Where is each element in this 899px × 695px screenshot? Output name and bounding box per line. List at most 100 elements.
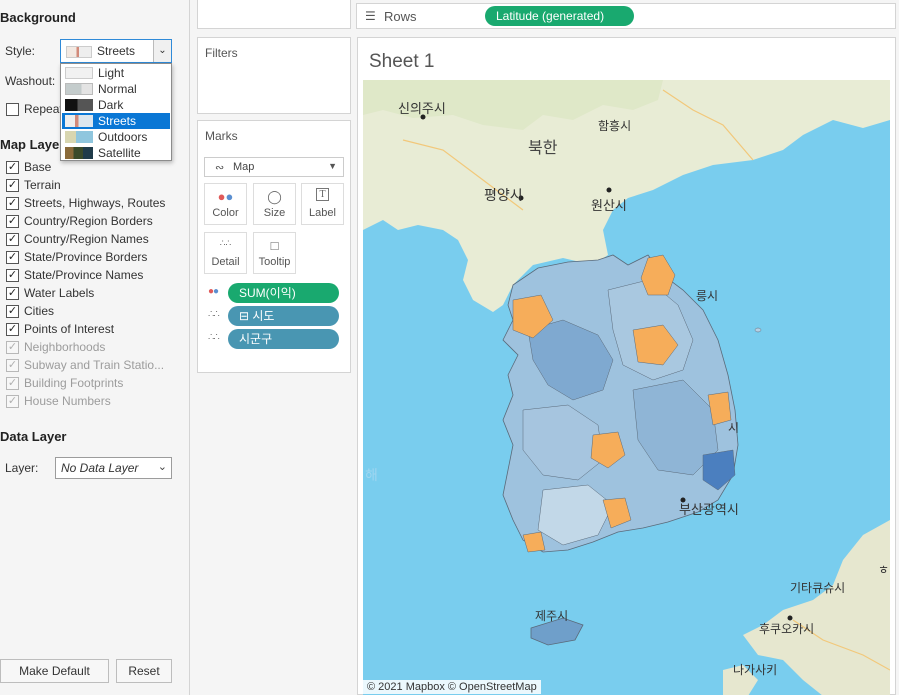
marks-title: Marks [205,129,238,143]
map-layer-checkbox[interactable]: ✓ [6,161,19,174]
style-option-light[interactable]: Light [62,65,170,81]
map-layer-label: Water Labels [24,286,95,300]
size-icon: ◯ [267,189,282,204]
style-option-normal[interactable]: Normal [62,81,170,97]
map-layer-label: Neighborhoods [24,340,106,354]
map-layer-checkbox: ✓ [6,395,19,408]
detail-button[interactable]: ∴∴ Detail [204,232,247,274]
map-layer-checkbox: ✓ [6,341,19,354]
chevron-down-icon[interactable]: ⌄ [153,40,171,62]
map-layer-checkbox[interactable]: ✓ [6,179,19,192]
city-dot [680,497,686,503]
make-default-button[interactable]: Make Default [0,659,109,683]
label-label: Label [309,207,336,219]
mark-type-value: Map [233,161,255,173]
color-label: Color [212,207,239,219]
outdoors-swatch-icon [65,131,93,143]
background-title: Background [0,10,76,25]
style-option-streets[interactable]: Streets [62,113,170,129]
map-layer-label: Cities [24,304,55,318]
map-layer-label: Streets, Highways, Routes [24,196,166,210]
label-icon: T [302,188,343,201]
style-dropdown[interactable]: Streets ⌄ [60,39,172,63]
map-icon: ∾ [215,162,225,174]
label-button[interactable]: T Label [301,183,344,225]
map-layer-label: Points of Interest [24,322,115,336]
tooltip-icon: □ [270,238,279,253]
style-option-label: Dark [98,98,124,112]
rows-label: Rows [384,9,417,24]
map-layer-checkbox[interactable]: ✓ [6,323,19,336]
latitude-pill[interactable]: Latitude (generated) [485,6,634,26]
style-options-list: Light Normal Dark Streets Outdoors Satel… [60,63,172,161]
pages-shelf [197,0,351,29]
streets-swatch-icon [65,115,93,127]
city-dot [787,615,793,621]
map-layer-label: Country/Region Borders [24,214,153,228]
rows-icon: ☰ [365,9,376,23]
style-option-label: Outdoors [98,130,148,144]
data-layer-title: Data Layer [0,429,67,444]
style-option-label: Normal [98,82,137,96]
color-icon: ●● [217,189,234,204]
sum-profit-pill[interactable]: SUM(이익) [228,283,339,303]
layer-label: Layer: [5,461,39,475]
chevron-down-icon[interactable]: ▼ [328,161,337,171]
detail-icon: ∴∴ [208,309,220,320]
label-japan-partial: ㅎ [878,563,889,577]
map-layer-label: Subway and Train Statio... [24,358,165,372]
repeat-checkbox[interactable] [6,103,19,116]
chevron-down-icon[interactable]: ⌄ [158,460,167,473]
satellite-swatch-icon [65,147,93,159]
ulleungdo-island [754,327,762,333]
style-option-satellite[interactable]: Satellite [62,145,170,161]
size-button[interactable]: ◯ Size [253,183,296,225]
map-layer-checkbox[interactable]: ✓ [6,269,19,282]
map-layer-checkbox[interactable]: ✓ [6,233,19,246]
label-busan: 부산광역시 [679,503,739,518]
style-option-label: Satellite [98,146,141,160]
map-layer-checkbox[interactable]: ✓ [6,197,19,210]
style-option-dark[interactable]: Dark [62,97,170,113]
style-option-label: Light [98,66,125,80]
streets-swatch-icon [66,46,92,58]
style-option-outdoors[interactable]: Outdoors [62,129,170,145]
color-icon: ●● [208,286,219,297]
sheet-title: Sheet 1 [369,51,435,72]
map-layer-checkbox[interactable]: ✓ [6,305,19,318]
map-layer-checkbox[interactable]: ✓ [6,251,19,264]
label-fukuoka: 후쿠오카시 [759,622,814,636]
label-hamheung: 함흥시 [598,119,631,133]
data-layer-dropdown[interactable]: No Data Layer ⌄ [55,457,172,479]
city-dot [606,187,612,193]
map-attribution[interactable]: © 2021 Mapbox © OpenStreetMap [363,680,541,694]
map-layer-checkbox[interactable]: ✓ [6,287,19,300]
map-layer-label: Terrain [24,178,61,192]
tooltip-label: Tooltip [258,256,291,268]
reset-button[interactable]: Reset [116,659,172,683]
data-layer-value: No Data Layer [61,461,139,475]
label-wonsan: 원산시 [591,199,627,214]
label-jeju: 제주시 [535,609,568,623]
detail-icon: ∴∴ [208,332,220,343]
map-layer-label: Country/Region Names [24,232,149,246]
filters-card[interactable]: Filters [197,37,351,114]
map-layer-label: House Numbers [24,394,111,408]
size-label: Size [263,207,286,219]
map-view[interactable]: 신의주시 함흥시 북한 평양시 원산시 릉시 시 해 부산광역시 제주시 기타큐… [363,80,890,695]
label-sea-partial: 해 [365,468,378,484]
mark-type-dropdown[interactable]: ∾ Map ▼ [204,157,344,177]
map-layer-label: Base [24,160,52,174]
marks-card: Marks ∾ Map ▼ ●● Color ◯ Size T Label ∴∴… [197,120,351,373]
tooltip-button[interactable]: □ Tooltip [253,232,296,274]
label-bukhan: 북한 [528,138,558,157]
map-layer-checkbox[interactable]: ✓ [6,215,19,228]
map-layer-label: Building Footprints [24,376,124,390]
label-sinuiju: 신의주시 [398,102,446,117]
map-layers-pane: Background Style: Streets ⌄ Washout: Rep… [0,0,190,695]
sigungu-pill[interactable]: 시군구 [228,329,339,349]
color-button[interactable]: ●● Color [204,183,247,225]
sido-pill[interactable]: ⊟ 시도 [228,306,339,326]
rows-shelf[interactable]: ☰ Rows Latitude (generated) [356,3,896,29]
dark-swatch-icon [65,99,93,111]
